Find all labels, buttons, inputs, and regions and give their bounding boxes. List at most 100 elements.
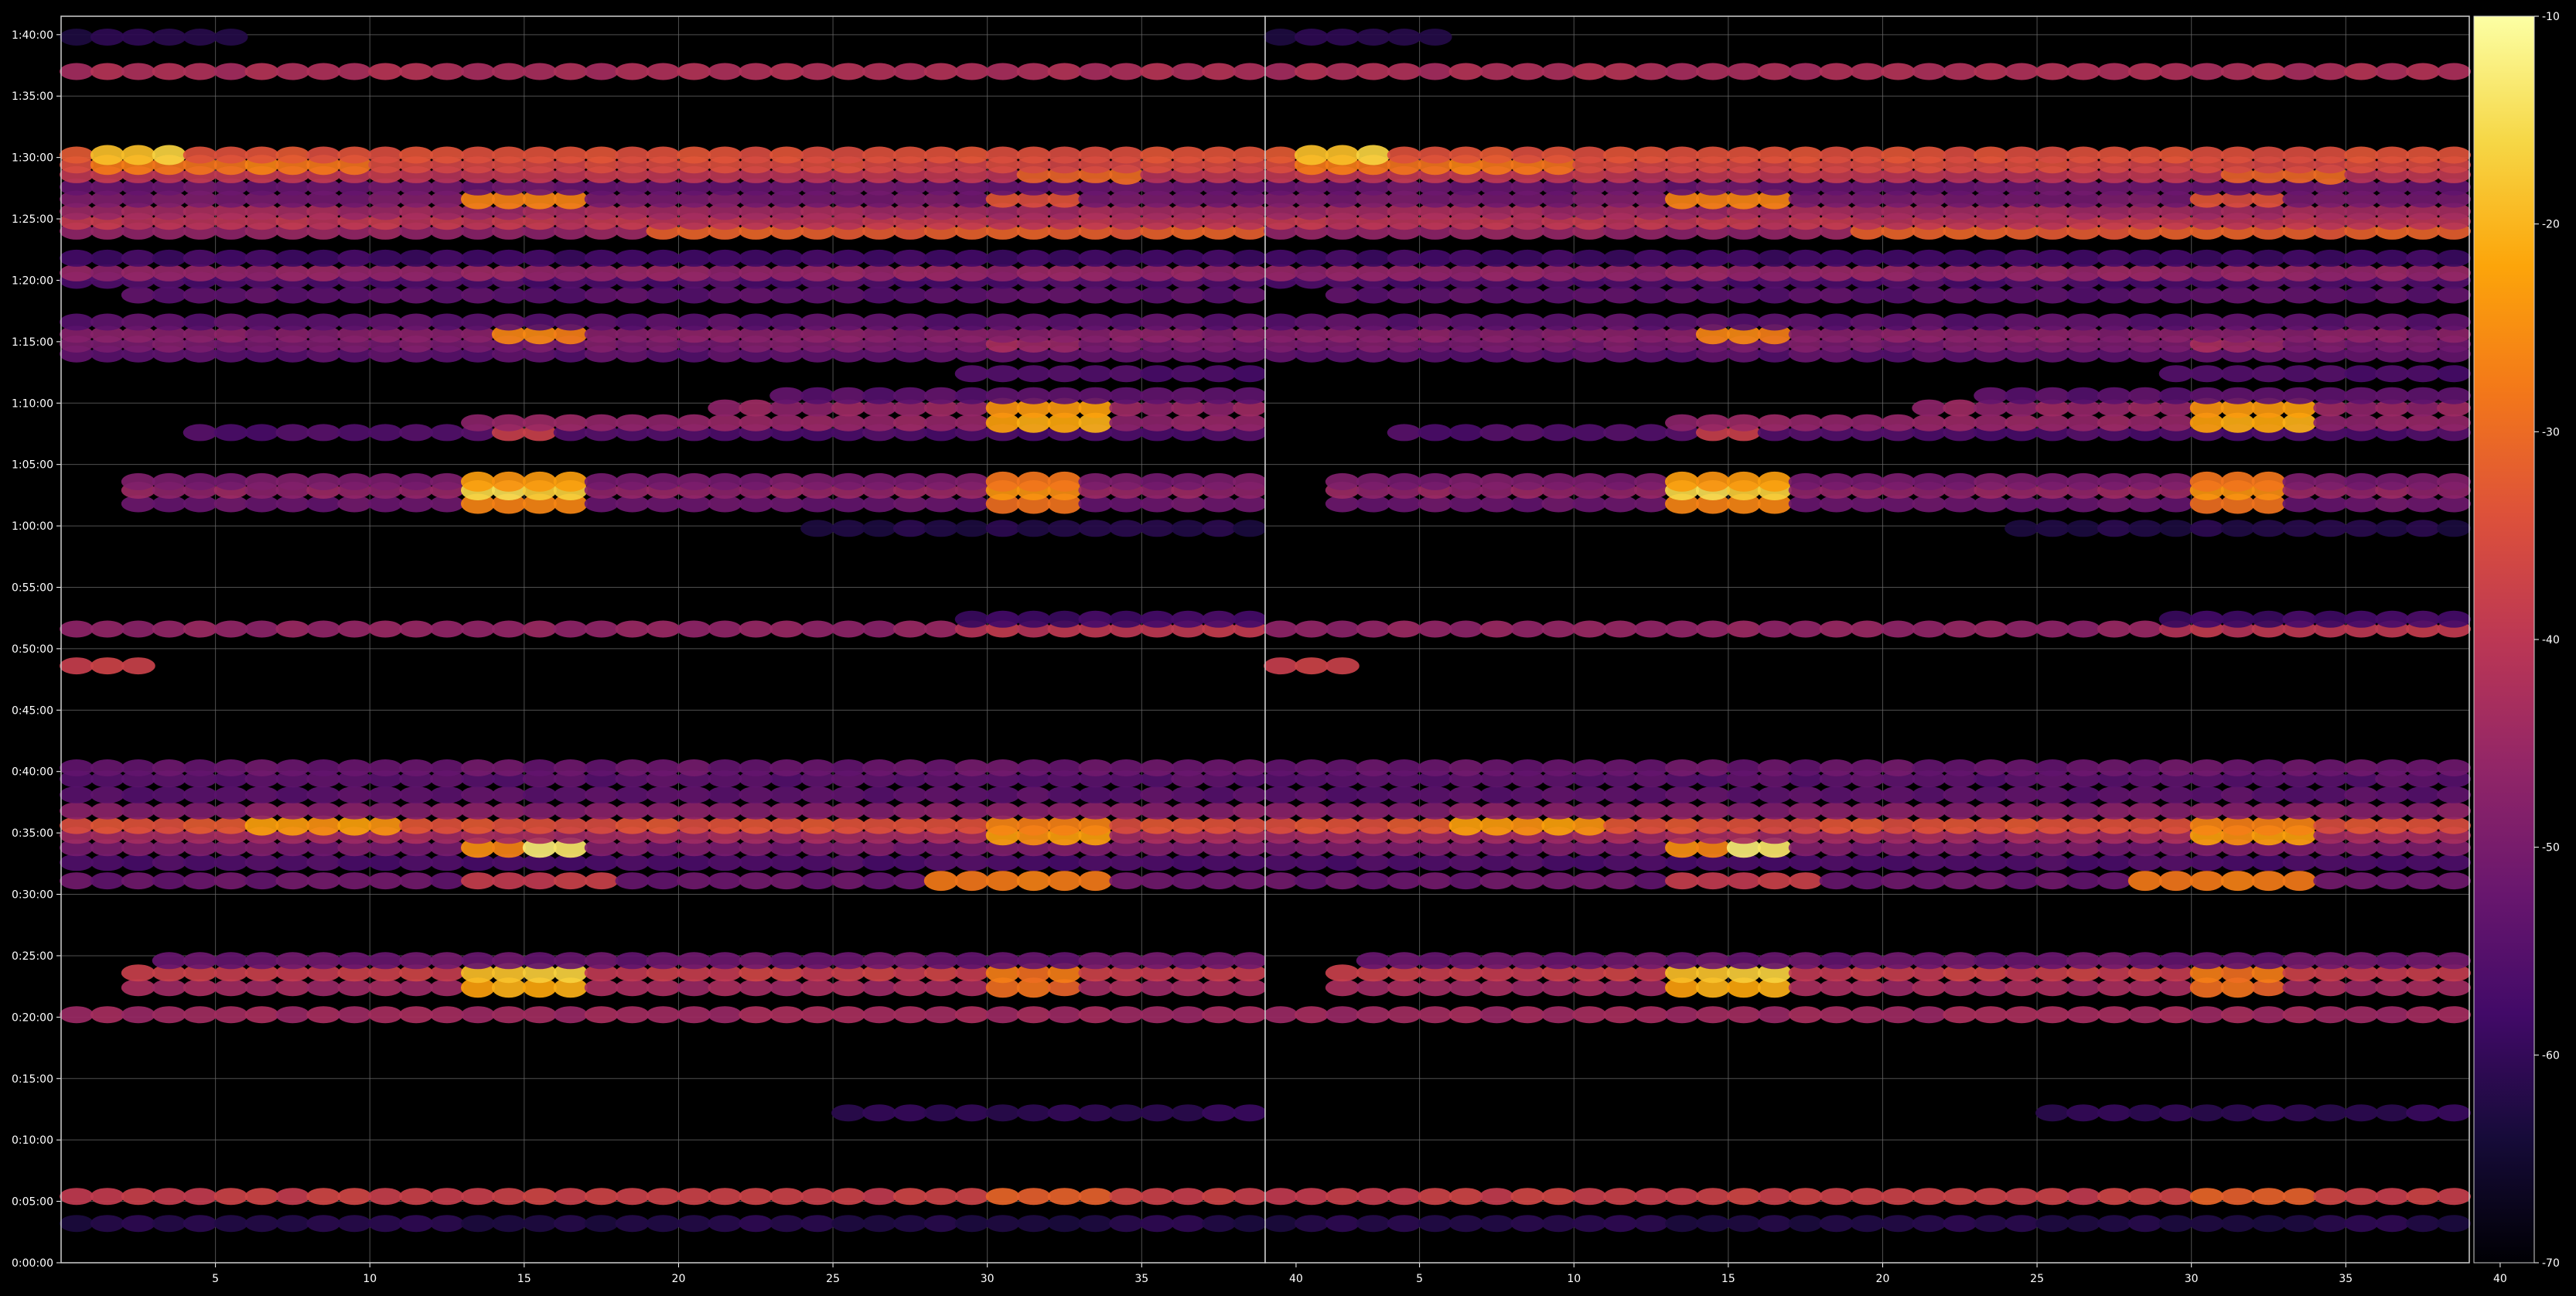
heat-cell <box>1171 1104 1206 1122</box>
heat-cell <box>1541 313 1576 331</box>
y-tick-label: 0:20:00 <box>12 1011 53 1024</box>
heat-cell <box>2375 759 2410 776</box>
heat-cell <box>1448 786 1483 803</box>
heat-cell <box>1078 365 1113 383</box>
heat-cell <box>708 63 742 80</box>
heat-cell <box>1356 817 1390 834</box>
heat-cell <box>2375 387 2410 404</box>
heat-cell <box>461 249 495 267</box>
heat-cell <box>2406 1006 2441 1024</box>
heat-cell <box>2066 786 2100 803</box>
heat-cell <box>1016 854 1051 871</box>
heat-cell <box>1047 854 1082 871</box>
heatmap-chart: 0:00:000:05:000:10:000:15:000:20:000:25:… <box>12 11 2560 1285</box>
heat-cell <box>1140 1188 1175 1206</box>
heat-cell <box>60 802 94 820</box>
heat-cell <box>306 786 341 803</box>
heat-cell <box>769 414 804 431</box>
heat-cell <box>584 414 619 431</box>
heat-cell <box>708 399 742 417</box>
heat-cell <box>1665 759 1699 776</box>
heat-cell <box>2158 610 2193 628</box>
heat-cell <box>2437 520 2471 537</box>
heat-cell <box>2005 286 2039 304</box>
heat-cell <box>1264 1006 1298 1024</box>
heat-cell <box>1819 952 1854 970</box>
heat-cell <box>2375 249 2410 267</box>
heat-cell <box>2437 286 2471 304</box>
heat-cell <box>1140 817 1175 834</box>
heat-cell <box>1325 1215 1360 1233</box>
heat-cell <box>2066 854 2100 871</box>
y-tick-label: 0:35:00 <box>12 827 53 840</box>
heat-cell <box>1325 854 1360 871</box>
heat-cell <box>1202 63 1237 80</box>
heat-cell <box>1881 63 1916 80</box>
heat-cell <box>584 264 619 281</box>
heat-cell <box>2406 1188 2441 1206</box>
heat-cell <box>213 264 248 281</box>
heat-cell <box>646 264 681 281</box>
heat-cell <box>892 63 927 80</box>
heat-cell <box>2127 414 2162 431</box>
heat-cell <box>1912 63 1947 80</box>
heat-cell <box>739 264 773 281</box>
heat-cell <box>1634 1215 1668 1233</box>
heat-cell <box>213 424 248 442</box>
heat-cell <box>1541 424 1576 442</box>
heat-cell <box>1325 759 1360 776</box>
heat-cell <box>1325 979 1360 997</box>
heat-cell <box>1078 1215 1113 1233</box>
heat-cell <box>954 871 989 892</box>
heat-cell <box>1448 802 1483 820</box>
heat-cell <box>739 63 773 80</box>
heat-cell <box>1109 802 1144 820</box>
heat-cell <box>708 313 742 331</box>
heat-cell <box>2313 952 2348 970</box>
heat-cell <box>1974 286 2008 304</box>
heat-cell <box>2344 1215 2379 1233</box>
heat-cell <box>1109 1104 1144 1122</box>
heat-cell <box>2313 520 2348 537</box>
heat-cell <box>275 952 310 970</box>
y-tick-label: 0:10:00 <box>12 1134 53 1147</box>
heat-cell <box>1418 759 1452 776</box>
heat-cell <box>1047 365 1082 383</box>
heat-cell <box>2344 472 2379 490</box>
heat-cell <box>1726 1006 1761 1024</box>
heat-cell <box>1047 471 1082 492</box>
heat-cell <box>1294 313 1329 331</box>
heat-cell <box>1726 471 1761 492</box>
heat-cell <box>2097 1006 2131 1024</box>
heat-cell <box>1418 313 1452 331</box>
heat-cell <box>337 286 372 304</box>
heat-cell <box>2035 387 2069 404</box>
heat-cell <box>2344 520 2379 537</box>
heat-cell <box>708 146 742 164</box>
heat-cell <box>2251 249 2286 267</box>
heat-cell <box>121 620 155 638</box>
heat-cell <box>1819 620 1854 638</box>
heat-cell <box>183 146 217 164</box>
heat-cell <box>769 249 804 267</box>
heat-cell <box>2066 1104 2100 1122</box>
heat-cell <box>1202 817 1237 834</box>
heat-cell <box>615 854 650 871</box>
heat-cell <box>800 414 835 431</box>
heat-cell <box>1665 471 1699 492</box>
heat-cell <box>1819 759 1854 776</box>
heat-cell <box>708 472 742 490</box>
heat-cell <box>1510 620 1545 638</box>
heat-cell <box>1078 802 1113 820</box>
heat-cell <box>1294 63 1329 80</box>
heat-cell <box>2220 786 2255 803</box>
heat-cell <box>584 854 619 871</box>
heat-cell <box>1695 313 1730 331</box>
heat-cell <box>677 286 711 304</box>
heat-cell <box>800 759 835 776</box>
heat-cell <box>862 387 896 404</box>
heat-cell <box>2251 1188 2286 1206</box>
heat-cell <box>337 63 372 80</box>
heat-cell <box>2313 146 2348 164</box>
heat-cell <box>1171 472 1206 490</box>
